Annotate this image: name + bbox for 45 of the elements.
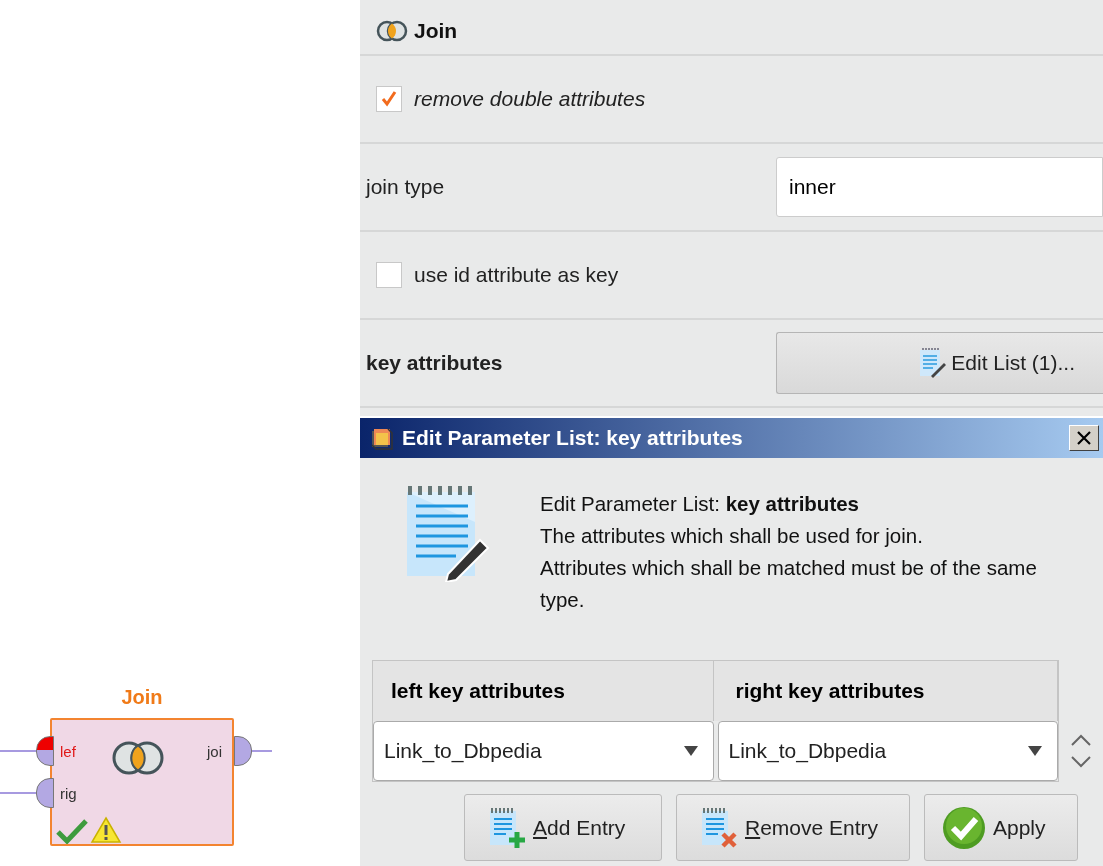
remove-button[interactable]: Remove Entry xyxy=(676,794,910,861)
checkbox[interactable] xyxy=(376,262,402,288)
attribute-dropdown[interactable]: Link_to_Dbpedia xyxy=(373,721,714,781)
parameter-label: join type xyxy=(366,175,446,199)
dialog-description: The attributes which shall be used for join. xyxy=(540,523,924,549)
port-label: joi xyxy=(207,742,222,760)
port-label: rig xyxy=(60,784,77,802)
dropdown-arrow-icon xyxy=(682,745,699,757)
parameter-label: key attributes xyxy=(366,351,504,375)
dropdown-arrow-icon xyxy=(1027,745,1043,757)
connection-line xyxy=(0,750,38,752)
parameter-label: use id attribute as key xyxy=(414,263,619,287)
apply-button[interactable]: Apply xyxy=(924,794,1078,861)
output-port[interactable] xyxy=(234,736,252,766)
move-down-icon[interactable] xyxy=(1069,755,1093,769)
move-up-icon[interactable] xyxy=(1069,733,1093,747)
join-icon xyxy=(376,19,408,43)
checkmark-icon xyxy=(941,804,987,851)
input-port[interactable] xyxy=(36,778,54,808)
connection-line xyxy=(252,750,272,752)
join-icon xyxy=(112,740,164,776)
join-type-field[interactable]: inner xyxy=(776,157,1103,217)
close-icon xyxy=(1076,430,1092,446)
edit-list-button[interactable]: Edit List (1)... xyxy=(776,332,1103,394)
checkbox[interactable] xyxy=(376,86,402,112)
panel-title: Join xyxy=(414,19,458,43)
column-header[interactable]: left key attributes xyxy=(373,661,714,721)
checkmark-icon xyxy=(379,89,399,109)
connection-line xyxy=(0,792,38,794)
dialog-title: Edit Parameter List: key attributes xyxy=(402,426,744,450)
operator-title: Join xyxy=(120,686,164,710)
close-button[interactable] xyxy=(1069,425,1099,451)
attribute-dropdown[interactable]: Link_to_Dbpedia xyxy=(717,721,1058,781)
input-port[interactable] xyxy=(36,736,54,766)
add-button[interactable]: Add Entry xyxy=(464,794,662,861)
port-label: lef xyxy=(60,742,76,760)
parameter-label: remove double attributes xyxy=(414,87,646,111)
notepad-icon xyxy=(917,347,948,379)
dialog-heading: Edit Parameter List: key attributes xyxy=(540,491,861,517)
notepad-icon xyxy=(487,805,527,850)
column-header[interactable]: right key attributes xyxy=(713,661,1058,721)
operator-node[interactable] xyxy=(50,718,234,846)
app-icon xyxy=(368,425,394,451)
notepad-icon xyxy=(699,805,739,850)
dialog-description: Attributes which shall be matched must be of the same type. xyxy=(540,555,1038,613)
